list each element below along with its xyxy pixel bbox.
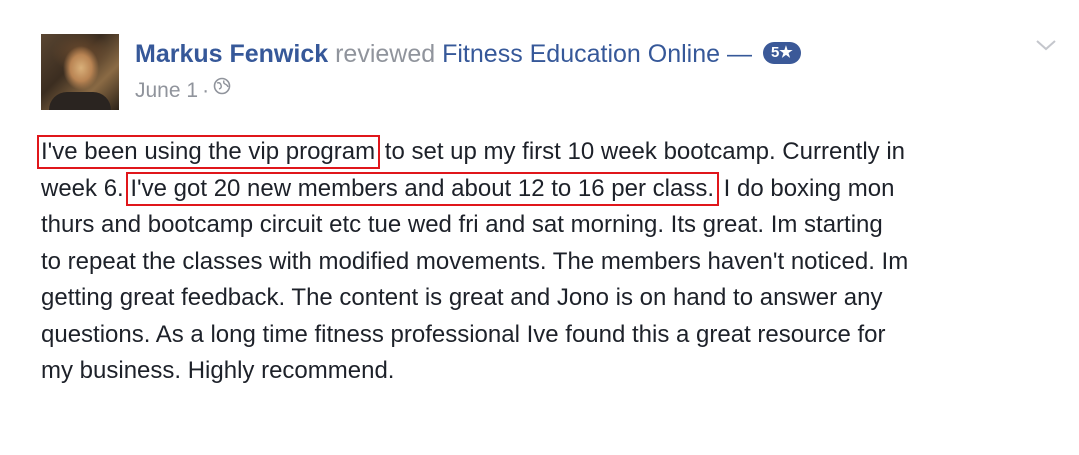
author-link[interactable]: Markus Fenwick — [135, 40, 328, 68]
review-verb: reviewed — [335, 40, 436, 68]
chevron-down-icon[interactable] — [1034, 37, 1058, 53]
rating-badge: 5★ — [762, 42, 801, 65]
header-dash: — — [727, 40, 752, 68]
post-header: Markus Fenwick reviewed Fitness Educatio… — [135, 38, 801, 70]
review-body: I've been using the vip program to set u… — [36, 134, 1061, 390]
avatar-shirt — [49, 92, 111, 110]
review-text: to set up my first 10 week bootcamp. Cur… — [378, 138, 906, 165]
review-line-3: thurs and bootcamp circuit etc tue wed f… — [41, 211, 883, 238]
review-line-6: questions. As a long time fitness profes… — [41, 320, 886, 348]
review-line-2: week 6. I've got 20 new members and abou… — [41, 171, 1061, 208]
avatar[interactable] — [41, 34, 119, 110]
review-text: week 6. — [41, 174, 124, 202]
page-link[interactable]: Fitness Education Online — [442, 40, 720, 68]
globe-icon — [213, 76, 231, 102]
review-text: I do boxing mon — [716, 174, 895, 202]
review-post: Markus Fenwick reviewed Fitness Educatio… — [0, 0, 1079, 455]
review-line-1: I've been using the vip program to set u… — [36, 134, 1061, 171]
post-date[interactable]: June 1 — [135, 79, 198, 102]
review-line-5: getting great feedback. The content is g… — [41, 284, 883, 311]
review-line-4: to repeat the classes with modified move… — [41, 247, 909, 275]
review-line-7: my business. Highly recommend. — [41, 357, 395, 384]
highlight-box-2: I've got 20 new members and about 12 to … — [126, 171, 719, 206]
post-meta: June 1 · — [135, 78, 231, 104]
highlight-box-1: I've been using the vip program — [36, 135, 381, 169]
meta-separator: · — [202, 79, 210, 102]
